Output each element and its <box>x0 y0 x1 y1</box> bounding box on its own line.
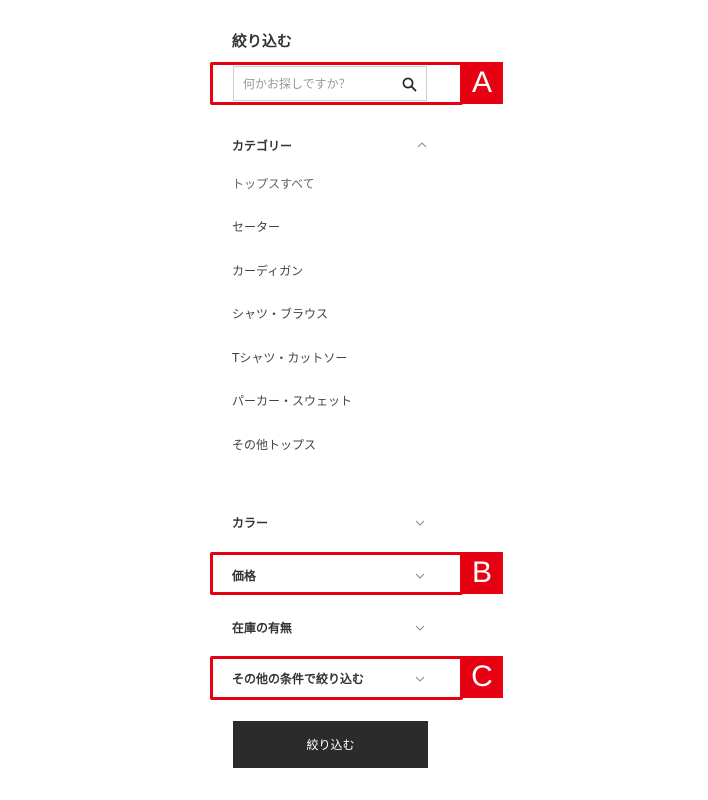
category-label: カテゴリー <box>232 138 293 153</box>
apply-filter-button[interactable]: 絞り込む <box>233 721 428 768</box>
filter-stock[interactable]: 在庫の有無 <box>232 617 428 637</box>
filter-stock-label: 在庫の有無 <box>232 620 293 635</box>
category-item-shirt-blouse[interactable]: シャツ・ブラウス <box>232 306 328 322</box>
chevron-down-icon <box>415 520 425 526</box>
chevron-up-icon[interactable] <box>416 141 428 149</box>
filter-color-label: カラー <box>232 515 269 530</box>
category-item-all-tops[interactable]: トップスすべて <box>232 176 315 192</box>
category-item-cardigan[interactable]: カーディガン <box>232 263 303 279</box>
annotation-box-b <box>210 552 463 595</box>
category-item-hoodie-sweat[interactable]: パーカー・スウェット <box>232 393 352 409</box>
category-item-sweater[interactable]: セーター <box>232 219 280 235</box>
annotation-box-a <box>210 62 463 105</box>
annotation-box-c <box>210 656 463 700</box>
annotation-label-c: C <box>461 656 503 698</box>
filter-color[interactable]: カラー <box>232 512 428 532</box>
category-item-tshirt-cutsew[interactable]: Tシャツ・カットソー <box>232 350 347 366</box>
category-item-other-tops[interactable]: その他トップス <box>232 437 316 453</box>
chevron-down-icon <box>415 625 425 631</box>
filter-panel: 絞り込む カテゴリー トップスすべて セーター カーディガン シャツ・ブラウス … <box>0 0 708 800</box>
annotation-label-a: A <box>461 62 503 104</box>
category-header[interactable]: カテゴリー <box>232 136 428 154</box>
panel-title: 絞り込む <box>232 32 293 50</box>
annotation-label-b: B <box>461 552 503 594</box>
